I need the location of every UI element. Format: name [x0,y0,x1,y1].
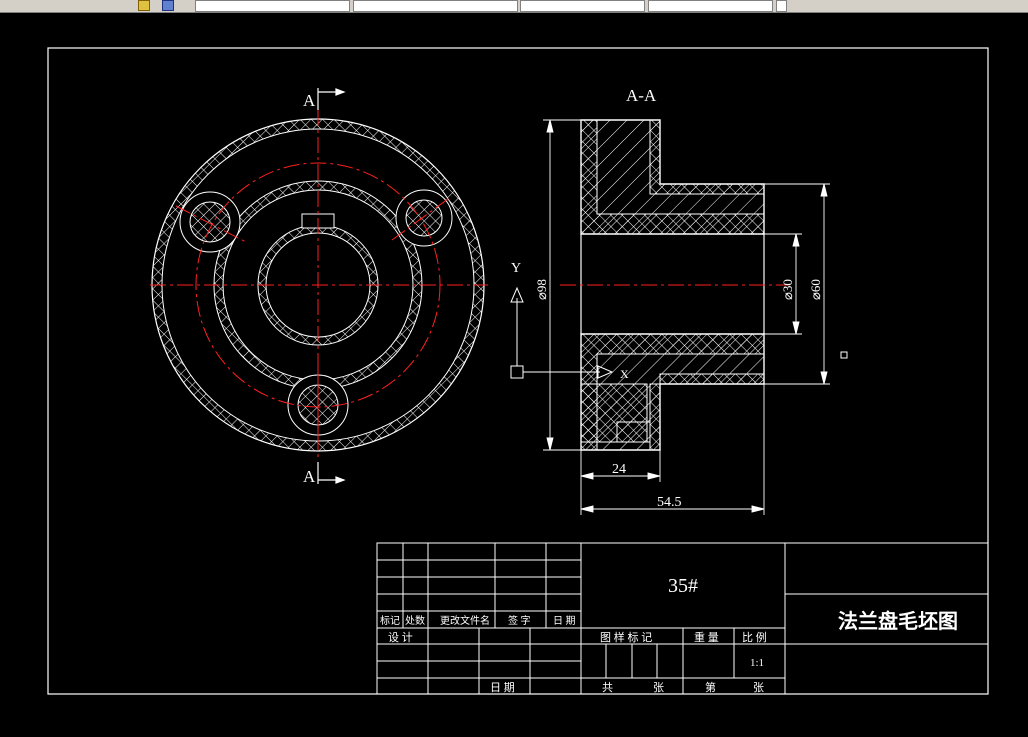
design-label: 设 计 [388,631,413,644]
header-change-doc: 更改文件名 [440,614,490,627]
toolbar-field-4[interactable] [648,0,773,12]
date-label: 日 期 [490,681,515,694]
section-view[interactable]: A-A ⌀98 ⌀30 ⌀60 24 54.5 [534,86,830,515]
toolbar-field-2[interactable] [353,0,518,12]
drawing-name: 法兰盘毛坯图 [838,609,958,633]
ucs-y-label: Y [511,261,521,276]
dimension-flange-width [580,450,661,515]
header-signature: 签 字 [508,614,531,627]
dim-outer-diameter-text: ⌀98 [534,279,549,300]
dim-bore-diameter-text: ⌀30 [780,279,795,300]
drawing-canvas[interactable]: A A A-A ⌀98 ⌀30 ⌀60 24 54.5 Y X 35# 法兰盘毛… [0,13,1028,732]
toolbar [0,0,1028,13]
section-view-title: A-A [626,86,657,105]
section-marker-top [317,88,346,110]
weight-label: 重 量 [694,630,719,644]
toolbar-field-3[interactable] [520,0,645,12]
cube-icon[interactable] [162,0,174,11]
mark-label: 图 样 标 记 [600,630,652,644]
sheet-label: 第 [705,680,716,694]
header-mark: 标记 [380,615,400,627]
ucs-x-label: X [620,367,629,381]
total-label: 共 [602,681,613,694]
scale-value: 1:1 [750,657,764,669]
material-label: 35# [668,575,698,597]
toolbar-field-1[interactable] [195,0,350,12]
cursor-pickbox [840,351,848,359]
section-label-top: A [303,91,316,110]
front-view[interactable]: A A [140,88,500,486]
scale-label: 比 例 [742,630,767,644]
dim-flange-width-text: 24 [612,462,626,477]
layer-tool-icon[interactable] [138,0,150,11]
header-count: 处数 [405,614,425,627]
dim-hub-diameter-text: ⌀60 [808,279,823,300]
toolbar-field-5[interactable] [776,0,787,12]
sheet-unit-2: 张 [753,681,764,694]
header-date: 日 期 [553,615,576,627]
sheet-unit-1: 张 [653,681,664,694]
section-label-bottom: A [303,467,316,486]
dim-total-length-text: 54.5 [657,495,682,510]
bolt-hole-left [179,191,241,253]
